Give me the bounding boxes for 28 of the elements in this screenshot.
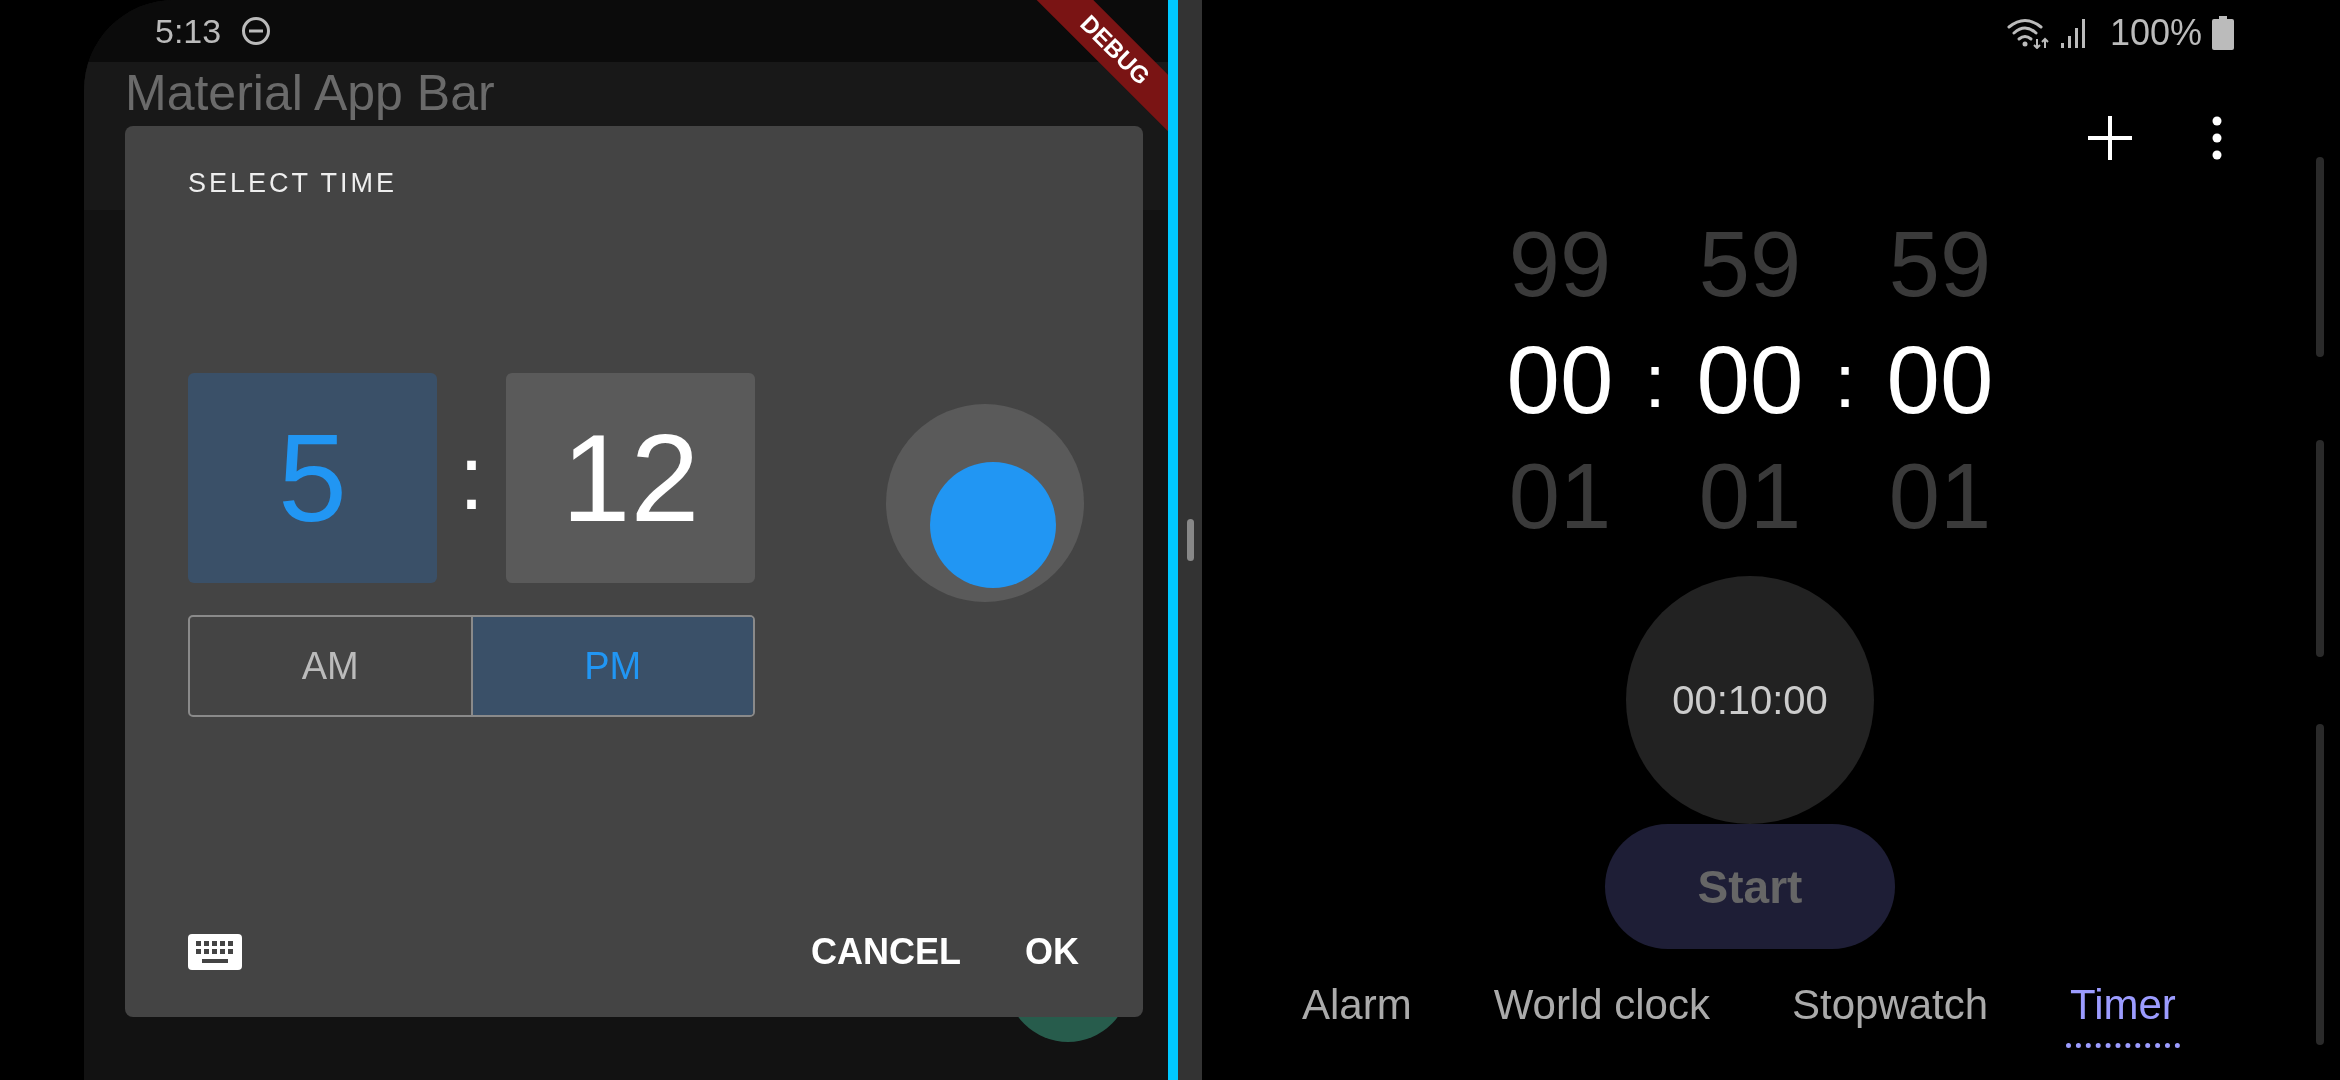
more-options-icon[interactable] [2212,116,2222,160]
nav-tab[interactable]: Timer [2066,971,2180,1048]
preset-timer-button[interactable]: 00:10:00 [1626,576,1874,824]
period-toggle[interactable]: AM [190,617,471,715]
minute-field[interactable]: 12 [506,373,755,583]
app-bar-title: Material App Bar [125,66,495,120]
picker-value[interactable]: 00 [1696,322,1804,438]
battery-level: 100% [2109,12,2202,54]
dialog-title: SELECT TIME [188,168,399,199]
signal-icon [2059,17,2088,49]
picker-value[interactable]: 00 [1506,322,1614,438]
nav-tab[interactable]: Alarm [1298,971,1416,1048]
do-not-disturb-icon [241,16,272,46]
time-separator: : [458,426,485,530]
nav-tab[interactable]: Stopwatch [1787,971,1993,1048]
wifi-icon [2005,17,2050,49]
split-handle[interactable] [1186,519,1194,561]
add-icon[interactable] [2086,114,2134,162]
keyboard-icon[interactable] [188,934,242,970]
battery-icon [2212,16,2234,50]
picker-separator: : [1643,336,1667,425]
picker-value[interactable]: 00 [1886,322,1994,438]
dialog-action-button[interactable]: OK [1011,923,1093,981]
dialog-action-button[interactable]: CANCEL [797,923,975,981]
picker-separator: : [1833,336,1857,425]
nav-tab[interactable]: World clock [1489,971,1714,1048]
status-time: 5:13 [155,11,222,51]
clock-dial-drawing[interactable] [886,404,1084,602]
